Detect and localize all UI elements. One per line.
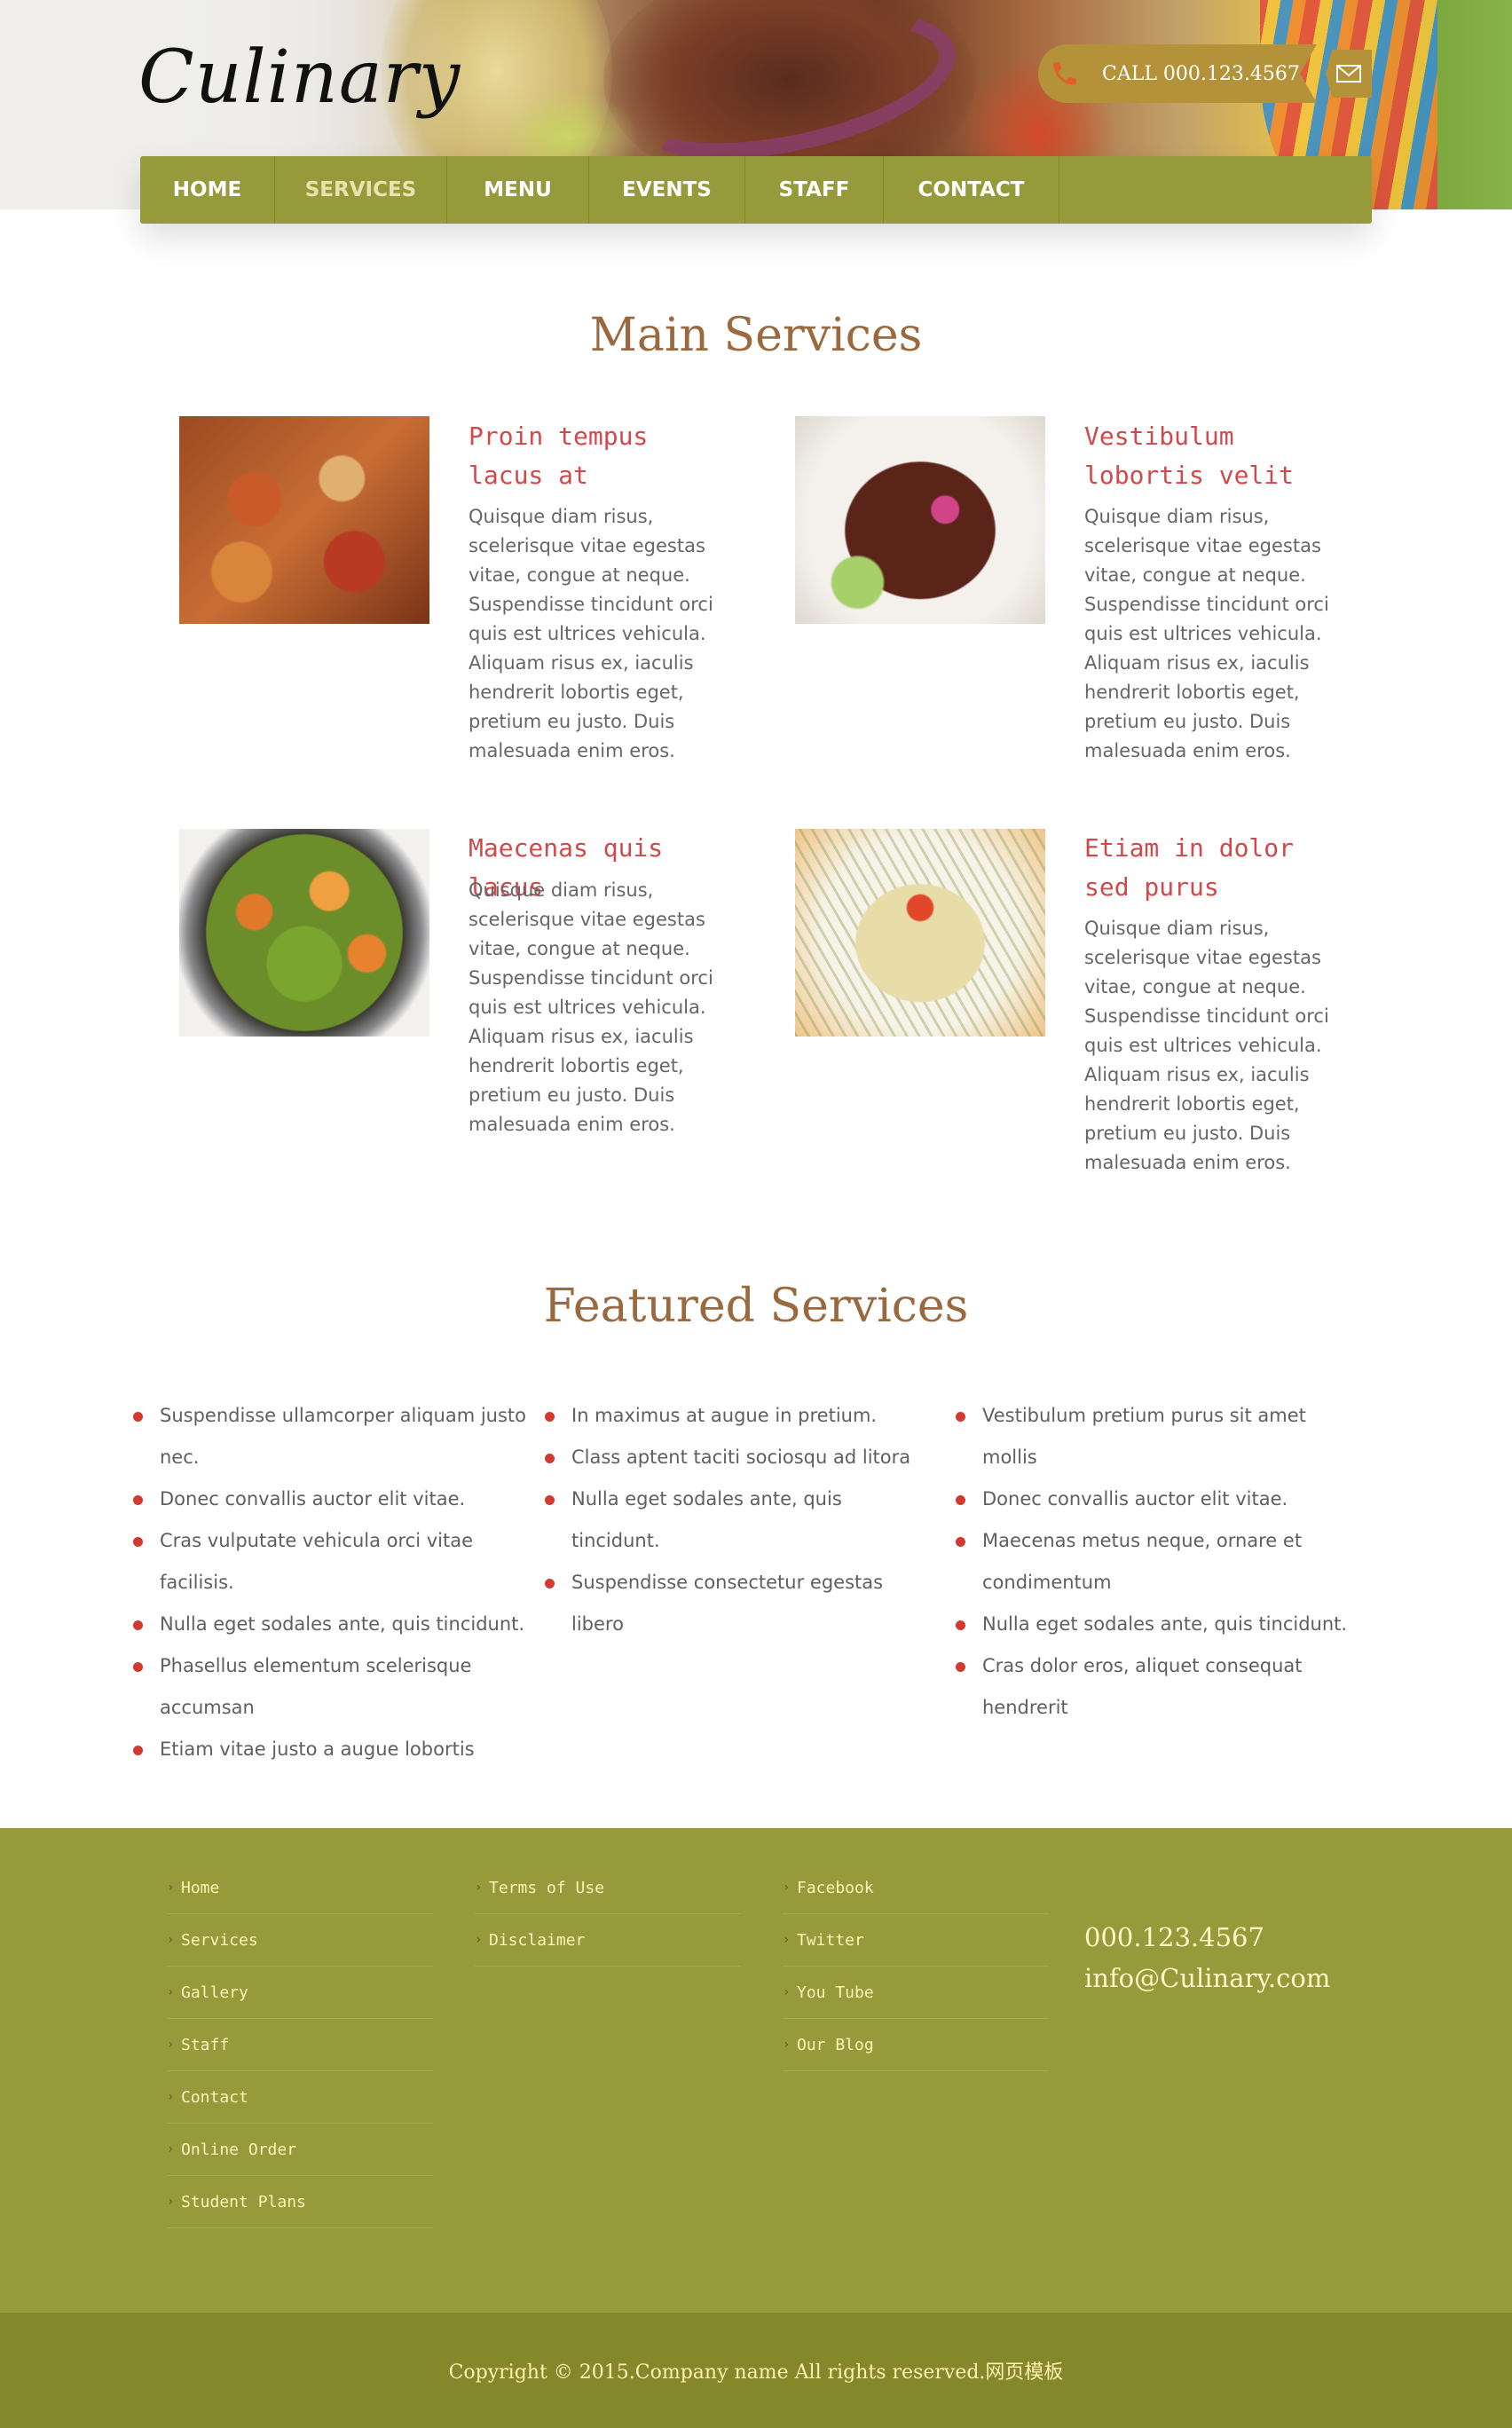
service-image-papaya-salad[interactable] <box>795 829 1045 1037</box>
footer-link-student-plans[interactable]: › Student Plans <box>167 2176 433 2228</box>
nav-item-services[interactable]: SERVICES <box>275 156 447 224</box>
featured-services-title: Featured Services <box>543 1280 969 1333</box>
chevron-right-icon: › <box>167 1880 175 1895</box>
footer-link-label: Services <box>181 1930 258 1950</box>
footer-link-label: Online Order <box>181 2140 297 2159</box>
call-badge[interactable]: CALL 000.123.4567 <box>1038 44 1317 103</box>
footer-link-online-order[interactable]: › Online Order <box>167 2124 433 2176</box>
nav-item-staff[interactable]: STAFF <box>745 156 884 224</box>
footer-link-label: You Tube <box>797 1983 874 2002</box>
featured-item: Suspendisse consectetur egestas libero <box>545 1562 935 1645</box>
service-text: Quisque diam risus, scelerisque vitae eg… <box>1084 918 1329 1173</box>
footer-link-you-tube[interactable]: › You Tube <box>783 1967 1049 2019</box>
nav-item-home[interactable]: HOME <box>140 156 275 224</box>
chevron-right-icon: › <box>167 2038 175 2052</box>
featured-item: Cras dolor eros, aliquet consequat hendr… <box>956 1645 1364 1729</box>
featured-item: Nulla eget sodales ante, quis tincidunt. <box>545 1478 935 1562</box>
copyright-bar: Copyright © 2015.Company name All rights… <box>0 2313 1512 2428</box>
chevron-right-icon: › <box>475 1880 483 1895</box>
featured-item: Vestibulum pretium purus sit amet mollis <box>956 1395 1364 1478</box>
chevron-right-icon: › <box>783 1985 791 1999</box>
footer-link-staff[interactable]: › Staff <box>167 2019 433 2071</box>
main-services-title: Main Services <box>589 309 923 362</box>
footer-link-contact[interactable]: › Contact <box>167 2071 433 2124</box>
nav-item-events[interactable]: EVENTS <box>589 156 745 224</box>
service-image-vegetables[interactable] <box>179 829 429 1037</box>
footer-link-label: Home <box>181 1878 220 1897</box>
footer-link-disclaimer[interactable]: › Disclaimer <box>475 1914 741 1967</box>
service-text: Quisque diam risus, scelerisque vitae eg… <box>469 879 713 1135</box>
site-logo[interactable]: Culinary <box>138 35 461 120</box>
footer-link-home[interactable]: › Home <box>167 1862 433 1914</box>
footer-link-label: Contact <box>181 2087 248 2107</box>
featured-list-3: Vestibulum pretium purus sit amet mollis… <box>956 1395 1364 1729</box>
chevron-right-icon: › <box>783 1933 791 1947</box>
call-text: CALL 000.123.4567 <box>1102 62 1300 85</box>
footer-link-label: Disclaimer <box>489 1930 586 1950</box>
chevron-right-icon: › <box>167 2142 175 2156</box>
featured-list-1: Suspendisse ullamcorper aliquam justo ne… <box>133 1395 529 1770</box>
service-title[interactable]: Vestibulum lobortis velit <box>1084 417 1351 495</box>
chevron-right-icon: › <box>167 1985 175 1999</box>
featured-item: Nulla eget sodales ante, quis tincidunt. <box>956 1604 1364 1645</box>
envelope-icon[interactable] <box>1326 50 1372 98</box>
service-title[interactable]: Etiam in dolor sed purus <box>1084 829 1351 907</box>
service-title[interactable]: Proin tempus lacus at <box>469 417 735 495</box>
footer-link-facebook[interactable]: › Facebook <box>783 1862 1049 1914</box>
featured-item: Cras vulputate vehicula orci vitae facil… <box>133 1520 529 1604</box>
footer-link-label: Gallery <box>181 1983 248 2002</box>
footer-link-label: Student Plans <box>181 2192 306 2211</box>
featured-item: Donec convallis auctor elit vitae. <box>133 1478 529 1520</box>
chevron-right-icon: › <box>167 2195 175 2209</box>
chevron-right-icon: › <box>167 1933 175 1947</box>
featured-item: Nulla eget sodales ante, quis tincidunt. <box>133 1604 529 1645</box>
footer-email[interactable]: info@Culinary.com <box>1084 1958 1330 1998</box>
footer-link-services[interactable]: › Services <box>167 1914 433 1967</box>
footer-links-col-3: › Facebook › Twitter › You Tube › Our Blog <box>783 1862 1049 2071</box>
copyright-text: Copyright © 2015.Company name All rights… <box>448 2361 1064 2384</box>
main-nav: HOME SERVICES MENU EVENTS STAFF CONTACT <box>140 156 1372 224</box>
service-image-stew[interactable] <box>179 416 429 624</box>
footer-link-label: Facebook <box>797 1878 874 1897</box>
featured-item: In maximus at augue in pretium. <box>545 1395 935 1437</box>
chevron-right-icon: › <box>783 1880 791 1895</box>
footer-link-our-blog[interactable]: › Our Blog <box>783 2019 1049 2071</box>
featured-item: Phasellus elementum scelerisque accumsan <box>133 1645 529 1729</box>
footer-links-col-1: › Home › Services › Gallery › Staff › Contact › Onl… <box>167 1862 433 2228</box>
footer-links-col-2: › Terms of Use › Disclaimer <box>475 1862 741 1967</box>
nav-item-menu[interactable]: MENU <box>447 156 589 224</box>
chevron-right-icon: › <box>475 1933 483 1947</box>
footer-link-label: Terms of Use <box>489 1878 605 1897</box>
service-text: Quisque diam risus, scelerisque vitae eg… <box>1084 506 1329 761</box>
footer-link-label: Twitter <box>797 1930 864 1950</box>
nav-item-contact[interactable]: CONTACT <box>884 156 1059 224</box>
featured-list-2: In maximus at augue in pretium. Class apt… <box>545 1395 935 1645</box>
chevron-right-icon: › <box>783 2038 791 2052</box>
footer-link-twitter[interactable]: › Twitter <box>783 1914 1049 1967</box>
chevron-right-icon: › <box>167 2090 175 2104</box>
featured-item: Etiam vitae justo a augue lobortis <box>133 1729 529 1770</box>
footer-link-gallery[interactable]: › Gallery <box>167 1967 433 2019</box>
featured-item: Suspendisse ullamcorper aliquam justo ne… <box>133 1395 529 1478</box>
footer-link-label: Staff <box>181 2035 230 2054</box>
phone-icon <box>1038 47 1091 100</box>
featured-item: Maecenas metus neque, ornare et condimen… <box>956 1520 1364 1604</box>
footer-contact: 000.123.4567 info@Culinary.com <box>1084 1917 1330 1998</box>
featured-item: Class aptent taciti sociosqu ad litora <box>545 1437 935 1478</box>
service-text: Quisque diam risus, scelerisque vitae eg… <box>469 506 713 761</box>
service-image-plated-meat[interactable] <box>795 416 1045 624</box>
footer-link-terms-of-use[interactable]: › Terms of Use <box>475 1862 741 1914</box>
featured-item: Donec convallis auctor elit vitae. <box>956 1478 1364 1520</box>
footer-phone[interactable]: 000.123.4567 <box>1084 1917 1330 1958</box>
footer-link-label: Our Blog <box>797 2035 874 2054</box>
